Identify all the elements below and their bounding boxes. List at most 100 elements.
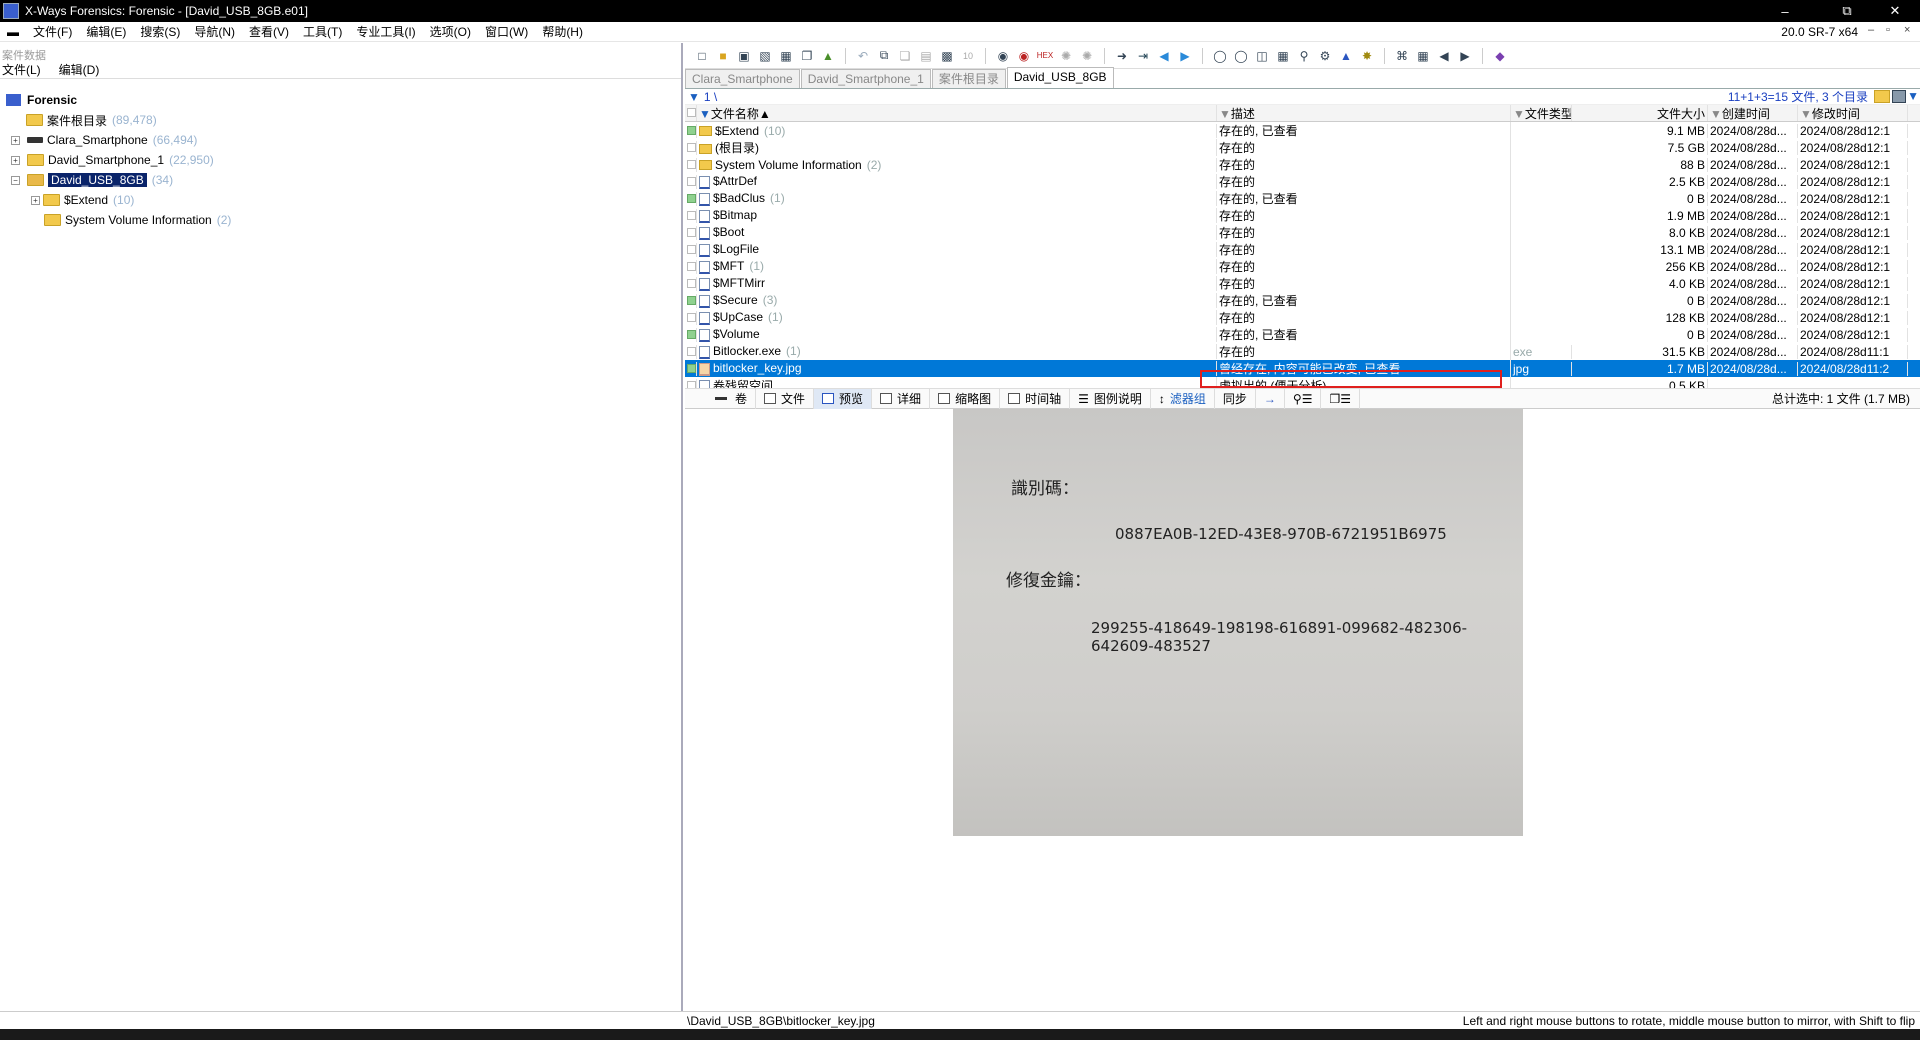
cell-name[interactable]: $MFT (1) <box>697 259 1217 274</box>
menu-options[interactable]: 选项(O) <box>423 23 478 40</box>
collapse-icon[interactable]: − <box>11 175 20 185</box>
cell-name[interactable]: $Volume <box>697 327 1217 342</box>
cell-name[interactable]: bitlocker_key.jpg <box>697 361 1217 376</box>
view-tab-filter-group[interactable]: ↕ 滤器组 <box>1151 388 1215 409</box>
row-checkbox[interactable] <box>687 312 696 322</box>
magnifier-icon[interactable]: ⚲ <box>1295 47 1313 65</box>
save-icon[interactable]: ▣ <box>735 47 753 65</box>
table-row[interactable]: $BadClus (1) 存在的, 已查看 0 B 2024/08/28d... 2024… <box>685 190 1920 207</box>
row-check-cell[interactable] <box>685 191 697 206</box>
new-icon[interactable]: □ <box>693 47 711 65</box>
filter-icon[interactable]: ▼ <box>1513 107 1525 121</box>
filter-icon[interactable]: ▼ <box>688 90 700 104</box>
filter-icon[interactable]: ▼ <box>1710 107 1722 121</box>
table-row[interactable]: $LogFile 存在的 13.1 MB 2024/08/28d... 2024/08/… <box>685 241 1920 258</box>
row-check-cell[interactable] <box>685 140 697 155</box>
table-row[interactable]: $UpCase (1) 存在的 128 KB 2024/08/28d... 2024/08… <box>685 309 1920 326</box>
cell-name[interactable]: Bitlocker.exe (1) <box>697 344 1217 359</box>
tree-node-extend[interactable]: + $Extend (10) <box>0 190 680 210</box>
view-tab-link[interactable]: → <box>1256 388 1285 409</box>
undo-icon[interactable]: ↶ <box>854 47 872 65</box>
row-check-cell[interactable] <box>685 225 697 240</box>
row-check-cell[interactable] <box>685 361 697 376</box>
tab-david-smartphone[interactable]: David_Smartphone_1 <box>800 69 931 88</box>
tab-clara-smartphone[interactable]: Clara_Smartphone <box>685 69 800 88</box>
copy-icon[interactable]: ❐ <box>798 47 816 65</box>
export-icon[interactable]: ▲ <box>819 47 837 65</box>
properties-icon[interactable]: ▦ <box>777 47 795 65</box>
row-checkbox[interactable] <box>687 329 696 339</box>
save-list-icon[interactable] <box>1892 90 1906 103</box>
recursive-folder-icon[interactable] <box>1874 90 1890 103</box>
tree-node-david-smartphone[interactable]: + David_Smartphone_1 (22,950) <box>0 150 680 170</box>
column-name[interactable]: ▼文件名称▲ <box>697 105 1217 121</box>
find-hex-icon[interactable]: ◉ <box>1015 47 1033 65</box>
forward-icon[interactable]: ▶ <box>1176 47 1194 65</box>
close-button[interactable]: ✕ <box>1872 0 1918 22</box>
row-check-cell[interactable] <box>685 157 697 172</box>
network-icon[interactable]: ⌘ <box>1393 47 1411 65</box>
tree-root[interactable]: Forensic <box>0 90 680 110</box>
menu-help[interactable]: 帮助(H) <box>535 23 590 40</box>
row-check-cell[interactable] <box>685 310 697 325</box>
cell-name[interactable]: $UpCase (1) <box>697 310 1217 325</box>
menu-view[interactable]: 查看(V) <box>242 23 296 40</box>
column-description[interactable]: ▼描述 <box>1217 105 1511 121</box>
row-checkbox[interactable] <box>687 244 696 254</box>
table-row[interactable]: (根目录) 存在的 7.5 GB 2024/08/28d... 2024/08/28d1… <box>685 139 1920 156</box>
view-tab-details[interactable]: 详细 <box>872 388 931 409</box>
table-row[interactable]: $Bitmap 存在的 1.9 MB 2024/08/28d... 2024/08/28… <box>685 207 1920 224</box>
image-icon[interactable]: ◯ <box>1232 47 1250 65</box>
row-check-cell[interactable] <box>685 293 697 308</box>
replace-icon[interactable]: ✺ <box>1057 47 1075 65</box>
mdi-restore-button[interactable]: ▫ <box>1886 24 1890 36</box>
view-tab-sync[interactable]: 同步 <box>1215 388 1256 409</box>
menu-edit[interactable]: 编辑(E) <box>79 23 133 40</box>
row-check-cell[interactable] <box>685 123 697 138</box>
filter-icon[interactable]: ▼ <box>1800 107 1812 121</box>
column-modified[interactable]: ▼修改时间 <box>1798 105 1908 121</box>
table-row[interactable]: $MFTMirr 存在的 4.0 KB 2024/08/28d... 2024/08/2… <box>685 275 1920 292</box>
prev-hit-icon[interactable]: ◀ <box>1435 47 1453 65</box>
select-all-checkbox[interactable] <box>687 108 696 117</box>
mdi-close-button[interactable]: × <box>1904 24 1910 36</box>
cell-name[interactable]: $Bitmap <box>697 208 1217 223</box>
maximize-button[interactable]: ⧉ <box>1824 0 1870 22</box>
bitlocker-key-photo[interactable]: 識別碼： 0887EA0B-12ED-43E8-970B-6721951B697… <box>953 409 1523 836</box>
menu-specialist-tools[interactable]: 专业工具(I) <box>349 23 422 40</box>
view-tab-legend[interactable]: ☰ 图例说明 <box>1070 388 1151 409</box>
row-checkbox[interactable] <box>687 278 696 288</box>
row-checkbox[interactable] <box>687 210 696 220</box>
menu-navigate[interactable]: 导航(N) <box>187 23 242 40</box>
goto-offset-icon[interactable]: ➜ <box>1113 47 1131 65</box>
row-checkbox[interactable] <box>687 176 696 186</box>
menu-window[interactable]: 窗口(W) <box>478 23 535 40</box>
disk-icon[interactable]: ◯ <box>1211 47 1229 65</box>
case-menu-edit[interactable]: 编辑(D) <box>59 61 100 78</box>
tree-node-clara-smartphone[interactable]: + Clara_Smartphone (66,494) <box>0 130 680 150</box>
row-checkbox[interactable] <box>687 363 696 373</box>
back-icon[interactable]: ◀ <box>1155 47 1173 65</box>
filter-icon[interactable]: ▼ <box>699 107 711 121</box>
expand-icon[interactable]: + <box>11 155 20 165</box>
table-row[interactable]: $Secure (3) 存在的, 已查看 0 B 2024/08/28d... 2024/… <box>685 292 1920 309</box>
replace-hex-icon[interactable]: ✺ <box>1078 47 1096 65</box>
calculator-icon[interactable]: ▦ <box>1274 47 1292 65</box>
cell-name[interactable]: $BadClus (1) <box>697 191 1217 206</box>
mdi-minimize-button[interactable]: – <box>1868 24 1874 36</box>
row-checkbox[interactable] <box>687 261 696 271</box>
find-text-icon[interactable]: ◉ <box>994 47 1012 65</box>
menu-search[interactable]: 搜索(S) <box>133 23 187 40</box>
print-icon[interactable]: ▧ <box>756 47 774 65</box>
row-check-cell[interactable] <box>685 259 697 274</box>
eraser-icon[interactable]: ◆ <box>1491 47 1509 65</box>
header-checkbox[interactable] <box>685 105 697 121</box>
tab-case-root[interactable]: 案件根目录 <box>931 69 1006 88</box>
table-row[interactable]: $Volume 存在的, 已查看 0 B 2024/08/28d... 2024/08/… <box>685 326 1920 343</box>
virus-icon[interactable]: ✸ <box>1358 47 1376 65</box>
column-created[interactable]: ▼创建时间 <box>1708 105 1798 121</box>
row-checkbox[interactable] <box>687 227 696 237</box>
cell-name[interactable]: $LogFile <box>697 242 1217 257</box>
tree-node-david-usb[interactable]: − David_USB_8GB (34) <box>0 170 680 190</box>
counter-icon[interactable]: 10 <box>959 47 977 65</box>
